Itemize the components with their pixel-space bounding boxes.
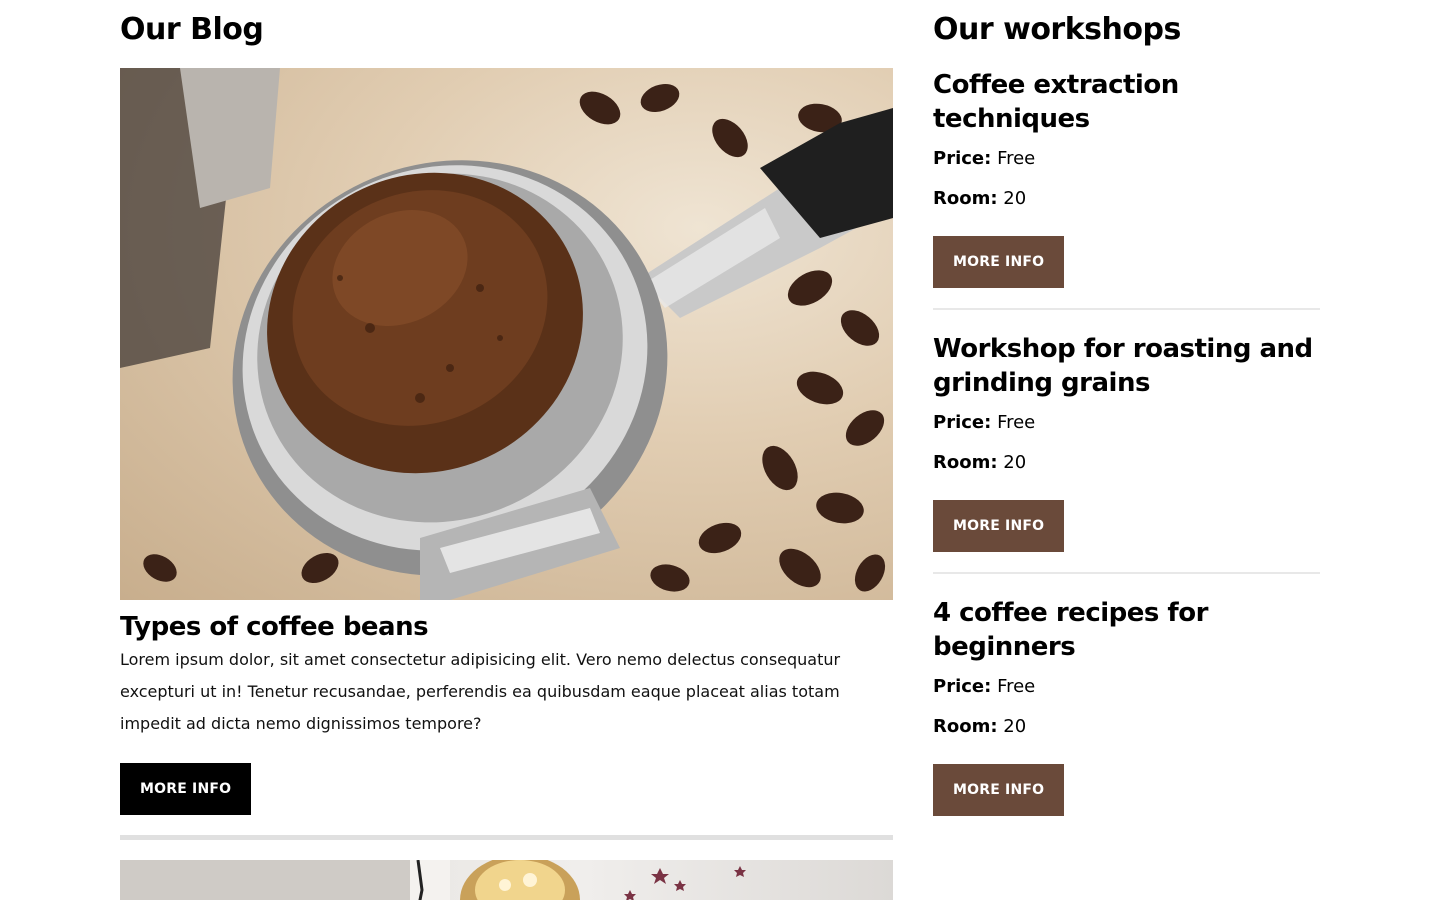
cupcake-image[interactable] — [120, 860, 893, 900]
price-label: Price: — [933, 412, 992, 433]
workshop-title[interactable]: Coffee extraction techniques — [933, 68, 1320, 136]
workshop-title[interactable]: 4 coffee recipes for beginners — [933, 596, 1320, 664]
blog-post: Types of coffee beans Lorem ipsum dolor,… — [120, 68, 893, 815]
workshop-price: Price: Free — [933, 410, 1320, 440]
workshops-section: Our workshops Coffee extraction techniqu… — [933, 0, 1320, 858]
workshop-room: Room: 20 — [933, 450, 1320, 480]
blog-section: Our Blog Types of coffee beans Lorem ips… — [120, 0, 893, 900]
workshop-room: Room: 20 — [933, 714, 1320, 744]
workshop-more-info-button[interactable]: MORE INFO — [933, 764, 1065, 816]
workshop-more-info-button[interactable]: MORE INFO — [933, 236, 1065, 288]
price-value: Free — [997, 148, 1036, 169]
price-value: Free — [997, 412, 1036, 433]
price-label: Price: — [933, 676, 992, 697]
coffee-portafilter-image[interactable] — [120, 68, 893, 600]
room-value: 20 — [1003, 452, 1027, 473]
blog-post-more-info-button[interactable]: MORE INFO — [120, 763, 252, 815]
workshop-item: Workshop for roasting and grinding grain… — [933, 332, 1320, 574]
room-value: 20 — [1003, 188, 1027, 209]
room-label: Room: — [933, 716, 998, 737]
blog-post-divider — [120, 835, 893, 840]
blog-post-excerpt: Lorem ipsum dolor, sit amet consectetur … — [120, 650, 841, 733]
workshop-item: 4 coffee recipes for beginners Price: Fr… — [933, 596, 1320, 836]
room-label: Room: — [933, 452, 998, 473]
workshop-room: Room: 20 — [933, 186, 1320, 216]
price-label: Price: — [933, 148, 992, 169]
price-value: Free — [997, 676, 1036, 697]
room-value: 20 — [1003, 716, 1027, 737]
blog-post-title[interactable]: Types of coffee beans — [120, 611, 893, 643]
workshop-more-info-button[interactable]: MORE INFO — [933, 500, 1065, 552]
workshop-item: Coffee extraction techniques Price: Free… — [933, 68, 1320, 310]
workshops-section-title: Our workshops — [933, 12, 1181, 47]
blog-section-title: Our Blog — [120, 12, 264, 47]
workshop-price: Price: Free — [933, 674, 1320, 704]
room-label: Room: — [933, 188, 998, 209]
workshop-title[interactable]: Workshop for roasting and grinding grain… — [933, 332, 1320, 400]
workshop-price: Price: Free — [933, 146, 1320, 176]
